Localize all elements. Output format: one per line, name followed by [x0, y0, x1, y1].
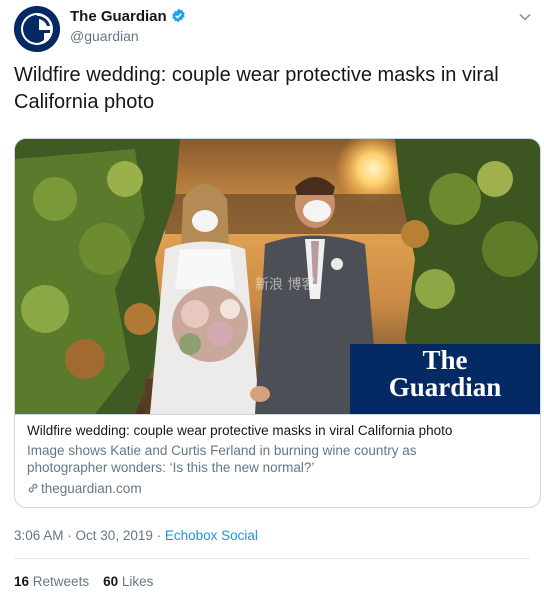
card-domain-text[interactable]: theguardian.com: [41, 481, 142, 496]
likes-stat[interactable]: 60 Likes: [103, 574, 153, 589]
tweet-metadata: 3:06 AM · Oct 30, 2019 · Echobox Social: [14, 528, 258, 543]
meta-separator: ·: [67, 528, 76, 543]
account-avatar[interactable]: [14, 6, 60, 52]
card-title[interactable]: Wildfire wedding: couple wear protective…: [27, 423, 452, 438]
chevron-down-icon[interactable]: [518, 10, 532, 24]
account-handle[interactable]: @guardian: [70, 28, 139, 44]
tweet-date[interactable]: Oct 30, 2019: [76, 528, 153, 543]
tweet-time[interactable]: 3:06 AM: [14, 528, 64, 543]
tweet-stats: 16 Retweets 60 Likes: [14, 574, 153, 589]
photo-watermark: 新浪 博客: [255, 276, 315, 293]
link-preview-card[interactable]: The Guardian 新浪 博客 Wildfire wedding: cou…: [14, 138, 541, 508]
likes-label: Likes: [121, 574, 154, 589]
guardian-logo-line1: The: [422, 345, 467, 375]
card-description: Image shows Katie and Curtis Ferland in …: [27, 443, 417, 475]
account-name[interactable]: The Guardian: [70, 8, 186, 25]
tweet-source-link[interactable]: Echobox Social: [165, 528, 258, 543]
retweets-stat[interactable]: 16 Retweets: [14, 574, 89, 589]
verified-badge-icon: [172, 8, 185, 23]
divider: [14, 558, 530, 559]
tweet-text: Wildfire wedding: couple wear protective…: [14, 64, 499, 113]
article-photo[interactable]: The Guardian 新浪 博客: [15, 139, 540, 414]
retweets-count: 16: [14, 574, 30, 589]
card-body[interactable]: Wildfire wedding: couple wear protective…: [15, 414, 540, 507]
likes-count: 60: [103, 574, 119, 589]
guardian-logo-line2: Guardian: [389, 372, 502, 402]
wedding-photo-image: The Guardian 新浪 博客: [15, 139, 540, 414]
account-name-text[interactable]: The Guardian: [70, 8, 167, 25]
link-icon: [28, 483, 38, 493]
retweets-label: Retweets: [32, 574, 90, 589]
guardian-g-logo-icon: [14, 6, 60, 52]
card-domain[interactable]: theguardian.com: [27, 481, 142, 496]
meta-separator: ·: [156, 528, 165, 543]
